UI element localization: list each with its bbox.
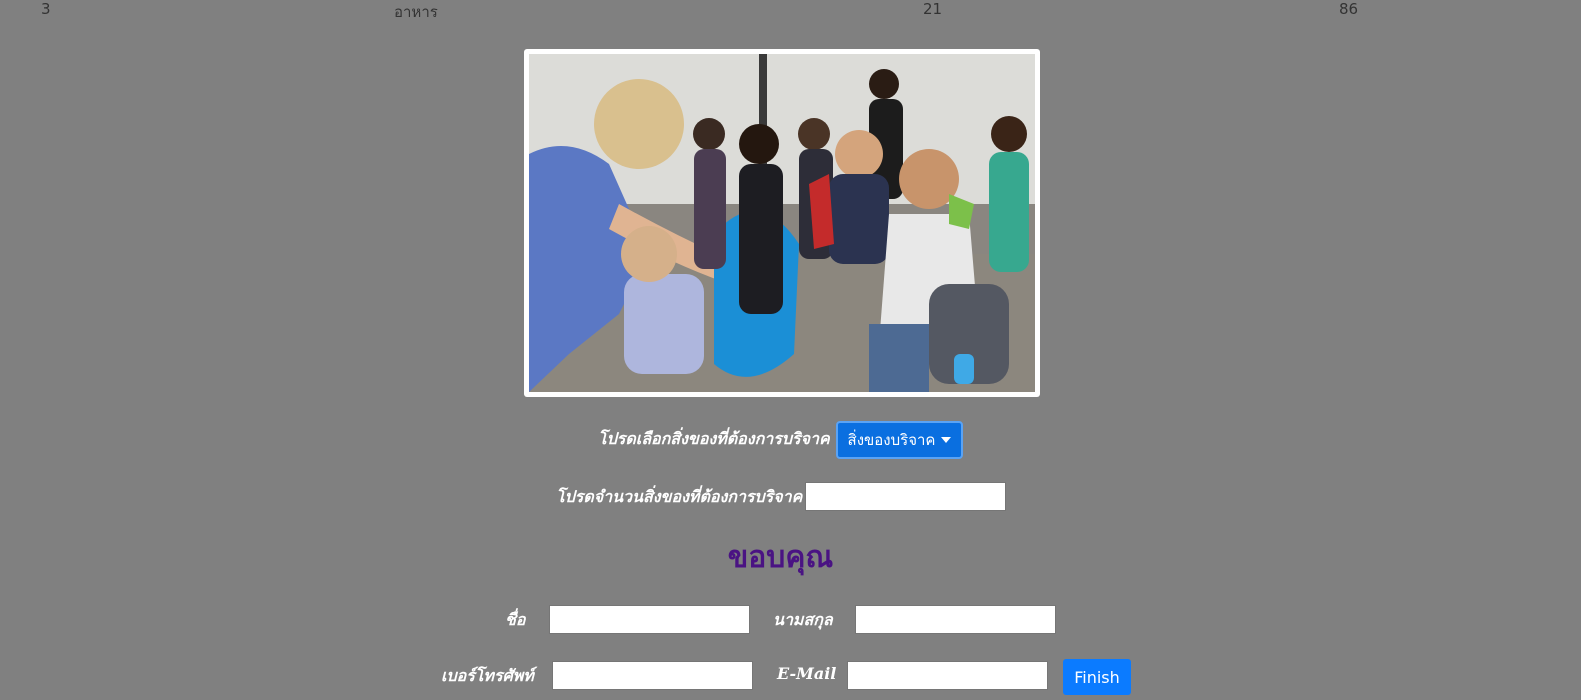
quantity-input[interactable] xyxy=(805,482,1006,511)
donation-item-dropdown-label: สิ่งของบริจาค xyxy=(847,431,936,449)
email-input[interactable] xyxy=(847,661,1048,690)
donation-photo xyxy=(529,54,1035,392)
thank-you-heading: ขอบคุณ xyxy=(727,540,834,575)
first-name-input[interactable] xyxy=(549,605,750,634)
page: 3 อาหาร 21 86 โปรดเลือกสิ่งของที่ต้องการ… xyxy=(0,0,1581,700)
donation-item-dropdown[interactable]: สิ่งของบริจาค xyxy=(836,421,963,459)
phone-input[interactable] xyxy=(552,661,753,690)
table-cell-quantity: 21 xyxy=(923,0,943,18)
last-name-input[interactable] xyxy=(855,605,1056,634)
table-cell-id: 3 xyxy=(41,0,51,18)
quantity-label: โปรดจำนวนสิ่งของที่ต้องการบริจาค xyxy=(556,487,803,506)
phone-label: เบอร์โทรศัพท์ xyxy=(441,666,534,685)
first-name-label: ชื่อ xyxy=(505,610,526,629)
finish-button[interactable]: Finish xyxy=(1063,659,1131,695)
donation-photo-illustration xyxy=(529,54,1035,392)
table-cell-total: 86 xyxy=(1339,0,1359,18)
last-name-label: นามสกุล xyxy=(773,610,833,629)
donation-select-label: โปรดเลือกสิ่งของที่ต้องการบริจาค xyxy=(598,429,830,448)
table-cell-item: อาหาร xyxy=(394,3,438,21)
caret-down-icon xyxy=(941,437,952,443)
email-label: E-Mail xyxy=(777,664,837,683)
